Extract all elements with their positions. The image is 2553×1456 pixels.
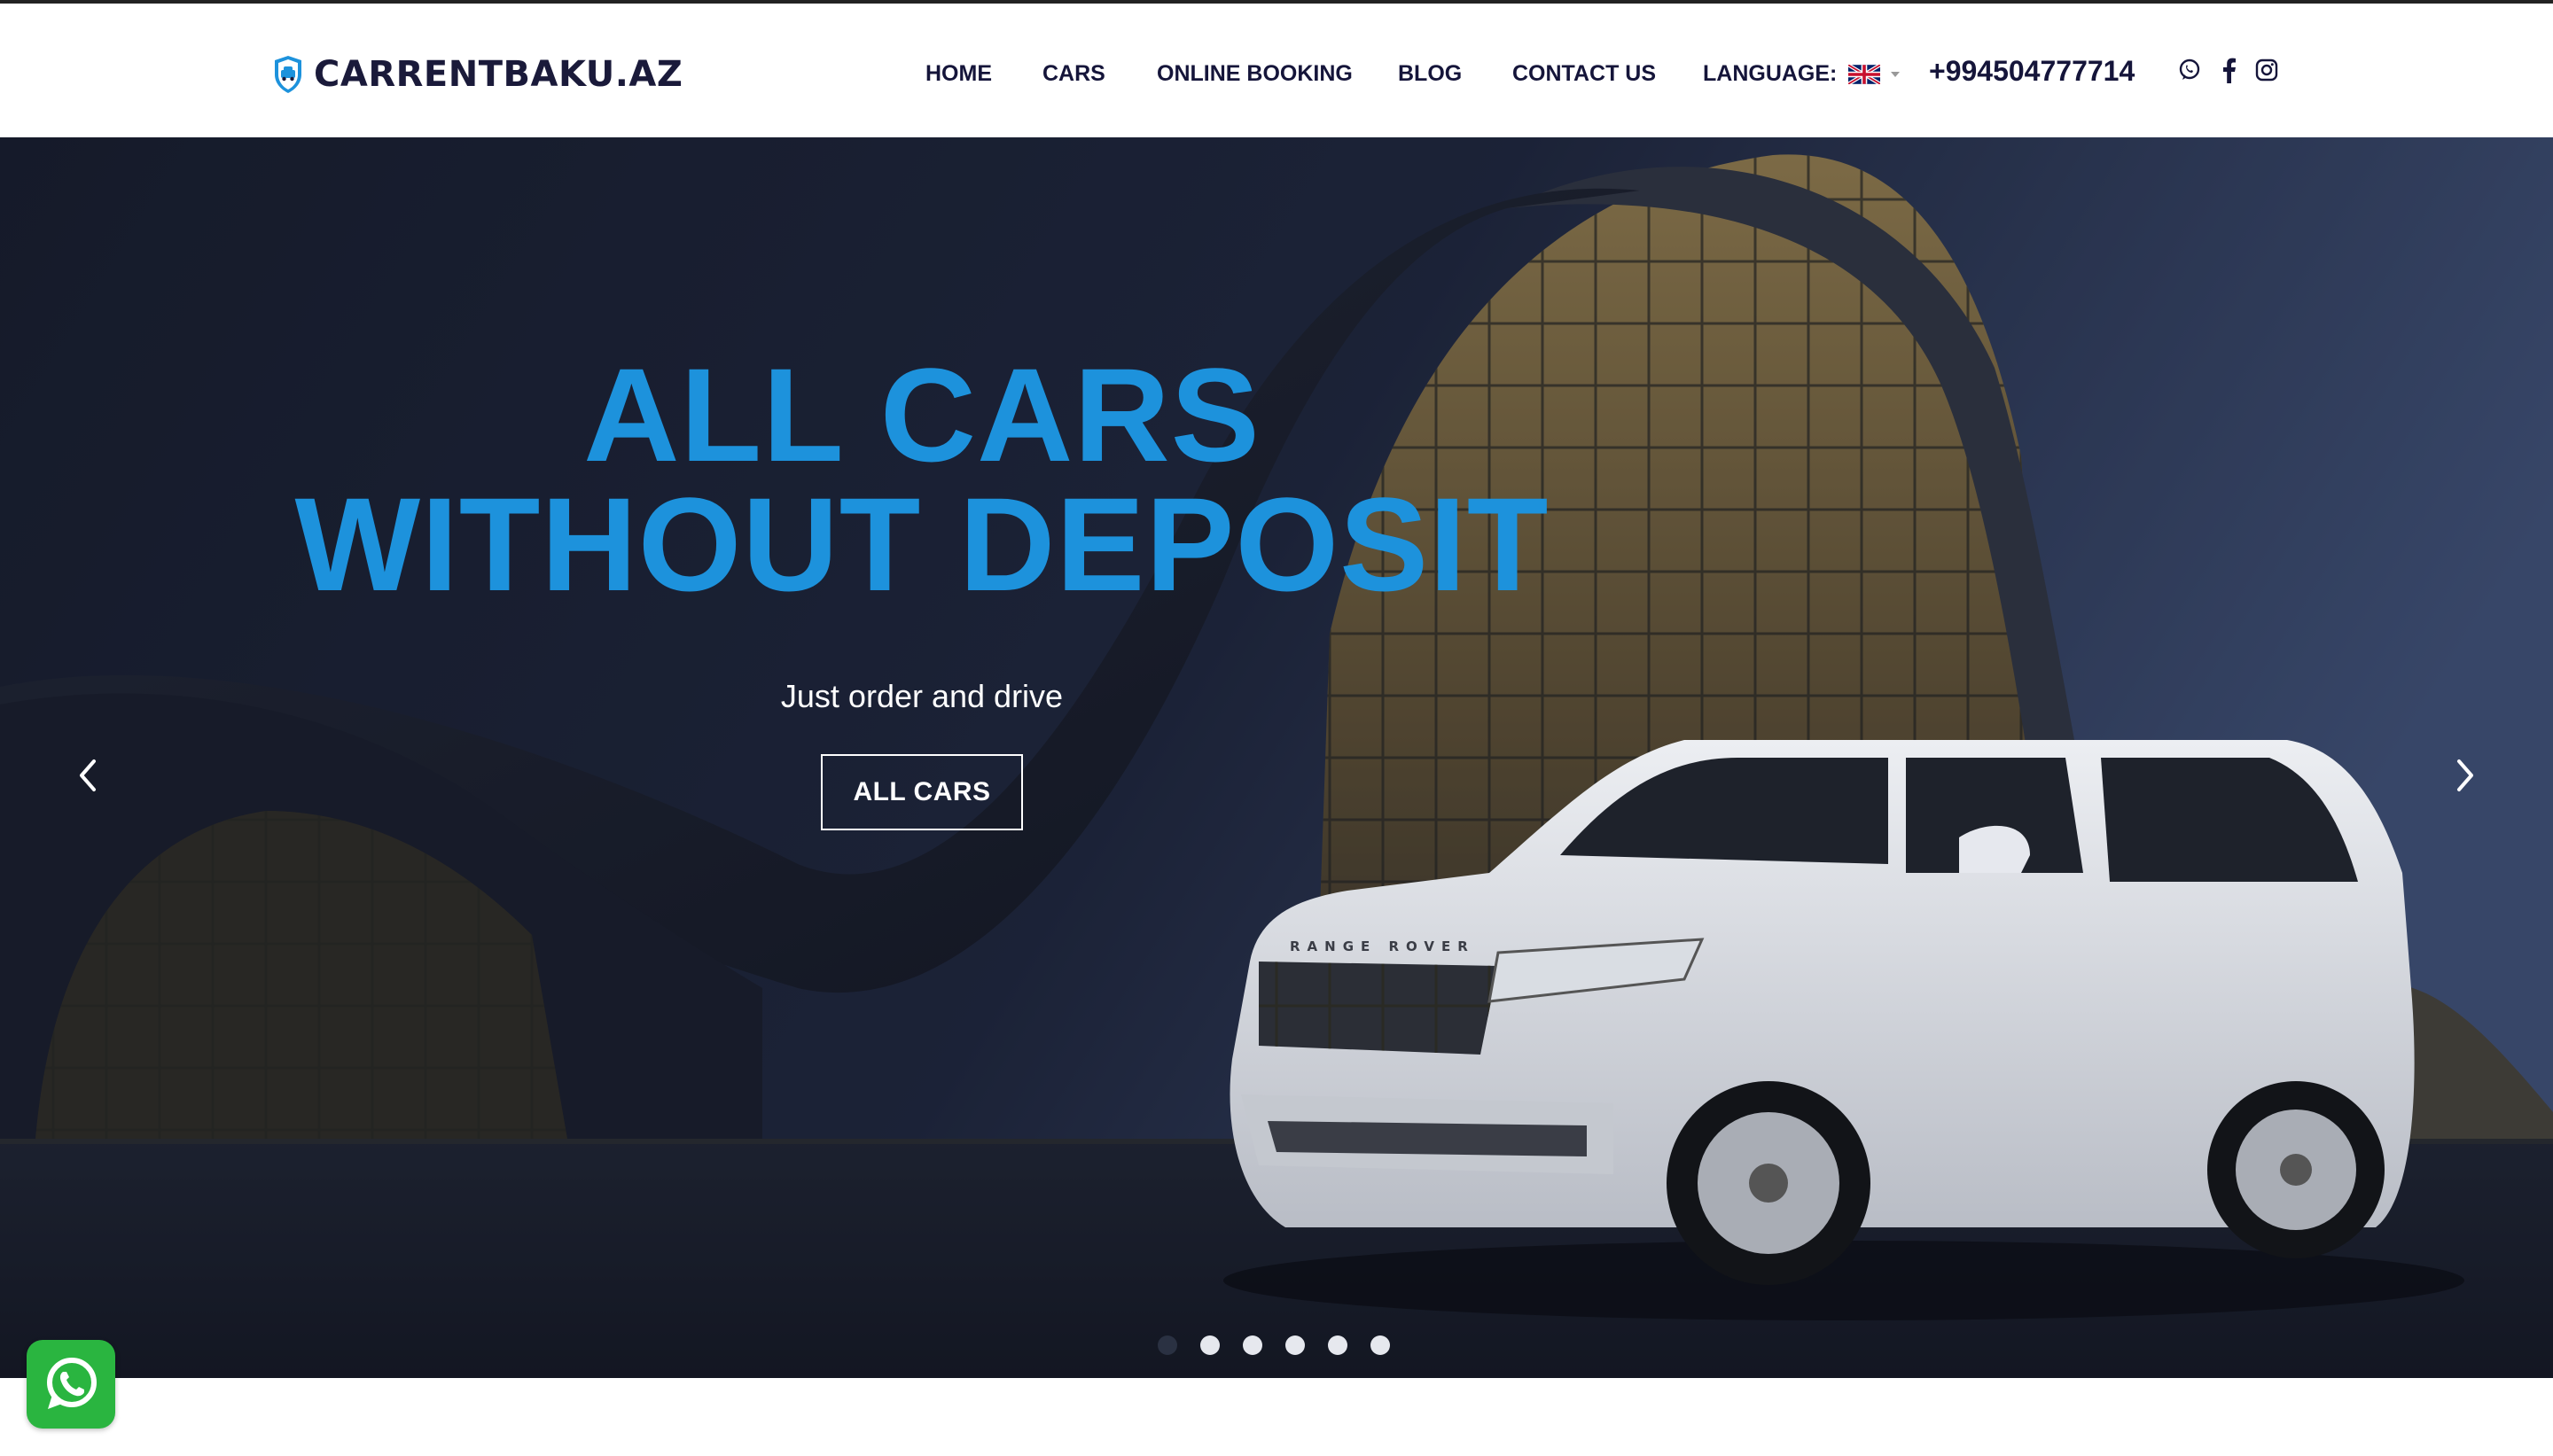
hero-background-image: RANGE ROVER	[0, 137, 2553, 1378]
slider-dot[interactable]	[1200, 1335, 1220, 1355]
hero-subtitle: Just order and drive	[780, 678, 1064, 714]
whatsapp-link[interactable]	[2176, 55, 2203, 85]
language-label: LANGUAGE:	[1703, 61, 1838, 86]
shield-car-icon	[275, 56, 301, 93]
slider-dot[interactable]	[1328, 1335, 1347, 1355]
slider-next-button[interactable]	[2440, 740, 2493, 811]
slider-prev-button[interactable]	[60, 740, 113, 811]
slider-dot[interactable]	[1370, 1335, 1390, 1355]
hero-title-line-1: ALL CARS	[583, 340, 1261, 489]
all-cars-button[interactable]: ALL CARS	[821, 754, 1023, 830]
instagram-link[interactable]	[2253, 55, 2280, 85]
facebook-link[interactable]	[2215, 55, 2242, 85]
slider-pagination	[1158, 1335, 1390, 1355]
nav-item-home[interactable]: HOME	[925, 58, 992, 89]
language-selector[interactable]: LANGUAGE:	[1703, 58, 1901, 89]
nav-item-online-booking[interactable]: ONLINE BOOKING	[1157, 58, 1353, 89]
hero-title-line-2: WITHOUT DEPOSIT	[294, 470, 1550, 619]
chevron-right-icon	[2457, 759, 2473, 791]
whatsapp-icon	[2179, 58, 2200, 80]
car-badge: RANGE ROVER	[1290, 938, 1475, 954]
instagram-icon	[2255, 58, 2278, 82]
hero-title: ALL CARS WITHOUT DEPOSIT	[248, 340, 1596, 619]
chevron-down-icon	[1891, 72, 1901, 78]
site-logo[interactable]: CARRENTBAKU.AZ	[273, 50, 683, 99]
whatsapp-icon	[47, 1358, 97, 1409]
nav-item-blog[interactable]: BLOG	[1398, 58, 1462, 89]
slider-dot[interactable]	[1243, 1335, 1262, 1355]
nav-item-contact-us[interactable]: CONTACT US	[1512, 58, 1656, 89]
slider-dot[interactable]	[1158, 1335, 1177, 1355]
uk-flag-icon	[1848, 65, 1881, 85]
chevron-left-icon	[80, 759, 96, 791]
facebook-icon	[2223, 58, 2236, 83]
slider-dot[interactable]	[1285, 1335, 1305, 1355]
brand-name: CARRENTBAKU.AZ	[314, 54, 683, 95]
phone-number[interactable]: +994504777714	[1929, 53, 2135, 89]
nav-item-cars[interactable]: CARS	[1042, 58, 1105, 89]
hero-slider: RANGE ROVER ALL CARS WITHOUT DEPOSIT Jus…	[0, 137, 2553, 1378]
whatsapp-chat-button[interactable]	[27, 1340, 115, 1429]
page-content-below	[0, 1378, 2553, 1456]
site-header: CARRENTBAKU.AZ HOME CARS ONLINE BOOKING …	[0, 0, 2553, 137]
